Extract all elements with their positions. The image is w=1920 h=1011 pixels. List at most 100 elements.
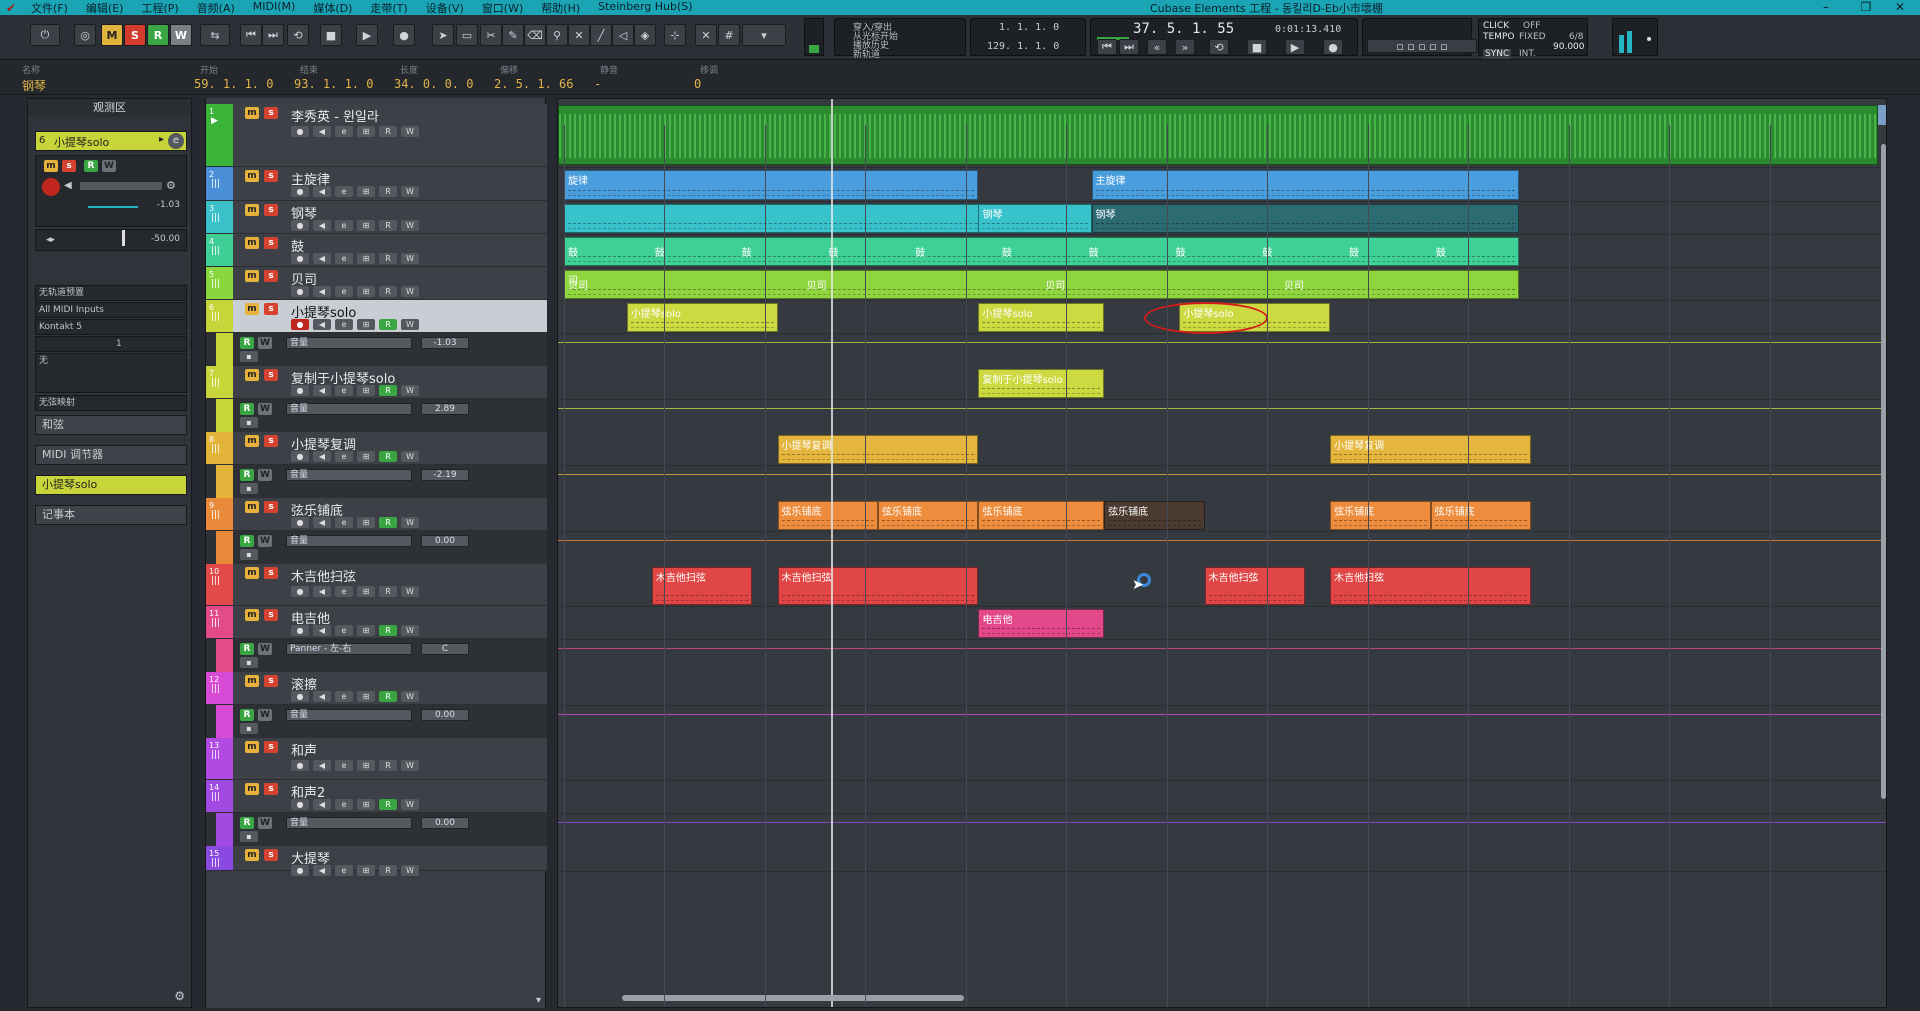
autoscroll-button[interactable]: ⇆ bbox=[200, 24, 230, 46]
track-monitor-icon[interactable]: ◀ bbox=[313, 760, 331, 771]
menu-item[interactable]: MIDI(M) bbox=[244, 0, 305, 16]
horizontal-scrollbar[interactable] bbox=[622, 995, 964, 1001]
track-record-enable-icon[interactable]: ● bbox=[291, 586, 309, 597]
track-row[interactable]: 2 ||| m s 主旋律 ● ◀ e ⊞ R W bbox=[206, 167, 547, 201]
transport-cycle-icon[interactable]: ⟲ bbox=[1209, 39, 1229, 55]
track-row[interactable]: 12 ||| m s 滚擦 ● ◀ e ⊞ R W bbox=[206, 672, 547, 705]
automation-parameter[interactable]: Panner - 左-右 bbox=[286, 643, 412, 655]
track-row[interactable]: 10 ||| m s 木吉他扫弦 ● ◀ e ⊞ R W bbox=[206, 564, 547, 606]
inspector-mute-button[interactable]: m bbox=[44, 160, 58, 172]
split-tool-icon[interactable]: ✂ bbox=[480, 24, 502, 46]
track-write-automation-icon[interactable]: W bbox=[401, 586, 419, 597]
track-edit-icon[interactable]: e bbox=[335, 625, 353, 636]
track-write-automation-icon[interactable]: W bbox=[401, 286, 419, 297]
track-lane-icon[interactable]: ⊞ bbox=[357, 286, 375, 297]
inspector-pan-slider[interactable] bbox=[122, 230, 125, 246]
track-read-automation-icon[interactable]: R bbox=[379, 517, 397, 528]
sync-button[interactable]: SYNC bbox=[1483, 49, 1512, 59]
inspector-solo-button[interactable]: s bbox=[62, 160, 76, 172]
info-value[interactable]: 59. 1. 1. 0 bbox=[194, 77, 273, 91]
transport-stop-icon[interactable]: ■ bbox=[1247, 39, 1267, 55]
track-row[interactable]: 1 ▶ m s 李秀英 - 윈일라 ● ◀ e ⊞ R W bbox=[206, 104, 547, 167]
position-bars-display[interactable]: 37. 5. 1. 55 bbox=[1133, 21, 1234, 37]
midi-event[interactable]: 木吉他扫弦 bbox=[777, 567, 979, 605]
inspector-channel-slot[interactable]: 1 bbox=[35, 336, 187, 352]
track-edit-icon[interactable]: e bbox=[335, 319, 353, 330]
track-name[interactable]: 木吉他扫弦 bbox=[291, 566, 356, 585]
info-value[interactable]: - bbox=[594, 77, 601, 91]
left-locator-value[interactable]: 1. 1. 1. 0 bbox=[999, 22, 1059, 33]
track-write-automation-icon[interactable]: W bbox=[401, 691, 419, 702]
cycle-icon[interactable]: ⟲ bbox=[287, 24, 309, 46]
track-record-enable-icon[interactable]: ● bbox=[291, 799, 309, 810]
automation-read-button[interactable]: R bbox=[240, 403, 254, 415]
midi-event[interactable]: 弦乐铺底 bbox=[1104, 501, 1205, 530]
track-lane[interactable] bbox=[558, 433, 1886, 466]
track-mute-button[interactable]: m bbox=[245, 567, 259, 579]
track-row[interactable]: 5 ||| m s 贝司 ● ◀ e ⊞ R W bbox=[206, 267, 547, 300]
color-tool-icon[interactable]: ◈ bbox=[634, 24, 656, 46]
track-lane-icon[interactable]: ⊞ bbox=[357, 760, 375, 771]
track-monitor-icon[interactable]: ◀ bbox=[313, 253, 331, 264]
midi-event[interactable]: 复制于小提琴solo bbox=[978, 369, 1105, 398]
menu-item[interactable]: 设备(V) bbox=[417, 0, 473, 16]
record-icon[interactable]: ● bbox=[393, 24, 415, 46]
minimize-icon[interactable]: – bbox=[1806, 0, 1846, 15]
menu-item[interactable]: 帮助(H) bbox=[532, 0, 589, 16]
automation-parameter[interactable]: 音量 bbox=[286, 709, 412, 721]
track-monitor-icon[interactable]: ◀ bbox=[313, 517, 331, 528]
track-solo-button[interactable]: s bbox=[264, 435, 278, 447]
track-mute-button[interactable]: m bbox=[245, 849, 259, 861]
track-write-automation-icon[interactable]: W bbox=[401, 451, 419, 462]
tempo-value[interactable]: 90.000 bbox=[1553, 42, 1585, 52]
menu-item[interactable]: 文件(F) bbox=[22, 0, 77, 16]
time-signature[interactable]: 6/8 bbox=[1569, 32, 1583, 42]
automation-more-icon[interactable]: ▪ bbox=[240, 483, 258, 494]
menu-item[interactable]: 编辑(E) bbox=[77, 0, 133, 16]
track-read-automation-icon[interactable]: R bbox=[379, 253, 397, 264]
object-select-tool-icon[interactable]: ➤ bbox=[432, 24, 454, 46]
activate-project-button[interactable]: ⏻ bbox=[30, 24, 60, 46]
constrain-delay-button[interactable]: ◎ bbox=[74, 24, 96, 46]
automation-parameter[interactable]: 音量 bbox=[286, 403, 412, 415]
track-edit-icon[interactable]: e bbox=[335, 760, 353, 771]
track-record-enable-icon[interactable]: ● bbox=[291, 385, 309, 396]
track-row[interactable]: 14 ||| m s 和声2 ● ◀ e ⊞ R W bbox=[206, 780, 547, 813]
track-read-automation-icon[interactable]: R bbox=[379, 319, 397, 330]
forward-icon[interactable]: » bbox=[1175, 39, 1195, 55]
track-read-automation-icon[interactable]: R bbox=[379, 385, 397, 396]
tempo-label[interactable]: TEMPO bbox=[1483, 32, 1514, 42]
track-record-enable-icon[interactable]: ● bbox=[291, 625, 309, 636]
menu-item[interactable]: 音频(A) bbox=[188, 0, 244, 16]
track-record-enable-icon[interactable]: ● bbox=[291, 126, 309, 137]
automation-value[interactable]: 0.00 bbox=[421, 817, 469, 829]
midi-event[interactable]: 弦乐铺底 bbox=[978, 501, 1105, 530]
inspector-section-chord[interactable]: 和弦 bbox=[35, 415, 187, 435]
track-lane[interactable] bbox=[558, 673, 1886, 706]
automation-write-button[interactable]: W bbox=[258, 337, 272, 349]
track-record-enable-icon[interactable]: ● bbox=[291, 220, 309, 231]
track-lane-icon[interactable]: ⊞ bbox=[357, 126, 375, 137]
automation-write-button[interactable]: W bbox=[258, 643, 272, 655]
inspector-section-track[interactable]: 小提琴solo bbox=[35, 475, 187, 495]
midi-event[interactable]: 司贝司 贝司 贝司 贝司 bbox=[564, 270, 1519, 299]
track-list-scroll-icon[interactable]: ▾ bbox=[536, 995, 541, 1006]
track-solo-button[interactable]: s bbox=[264, 675, 278, 687]
track-solo-button[interactable]: s bbox=[264, 369, 278, 381]
vertical-scrollbar[interactable] bbox=[1881, 144, 1886, 799]
automation-parameter[interactable]: 音量 bbox=[286, 469, 412, 481]
menu-item[interactable]: 工程(P) bbox=[132, 0, 187, 16]
automation-value[interactable]: -2.19 bbox=[421, 469, 469, 481]
info-value[interactable]: 2. 5. 1. 66 bbox=[494, 77, 573, 91]
midi-event[interactable]: 弦乐铺底 bbox=[1330, 501, 1431, 530]
track-monitor-icon[interactable]: ◀ bbox=[313, 586, 331, 597]
midi-event[interactable]: 鼓鼓鼓鼓鼓鼓鼓鼓鼓鼓鼓 bbox=[564, 237, 1519, 266]
midi-event[interactable]: 小提琴复调 bbox=[1330, 435, 1532, 464]
inspector-settings-icon[interactable]: ⚙ bbox=[166, 179, 176, 192]
track-record-enable-icon[interactable]: ● bbox=[291, 253, 309, 264]
position-time-display[interactable]: 0:01:13.410 bbox=[1275, 24, 1341, 35]
track-read-automation-icon[interactable]: R bbox=[379, 865, 397, 876]
track-lane-icon[interactable]: ⊞ bbox=[357, 220, 375, 231]
inspector-record-enable-icon[interactable] bbox=[42, 178, 60, 196]
transport-record-icon[interactable]: ● bbox=[1323, 39, 1343, 55]
